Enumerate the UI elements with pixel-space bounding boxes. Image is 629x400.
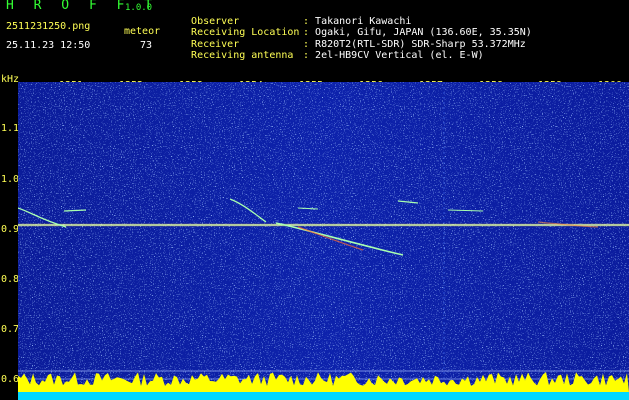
meteor-count: 73	[140, 40, 153, 51]
signal-level-base	[18, 392, 629, 400]
info-label: Receiving antenna	[191, 50, 294, 61]
spectrogram-plot	[18, 82, 629, 400]
app-version: 1.0.0	[125, 3, 153, 13]
info-row-antenna: Receiving antenna:2el-HB9CV Vertical (el…	[179, 39, 484, 61]
meteor-label: meteor	[124, 26, 161, 37]
info-value: 2el-HB9CV Vertical (el. E-W)	[315, 50, 484, 61]
spectrogram	[0, 72, 629, 400]
spectrogram-noise	[18, 82, 629, 400]
file-name: 2511231250.png	[6, 21, 91, 32]
timestamp: 25.11.23 12:50	[6, 40, 91, 51]
info-colon: :	[303, 50, 310, 61]
